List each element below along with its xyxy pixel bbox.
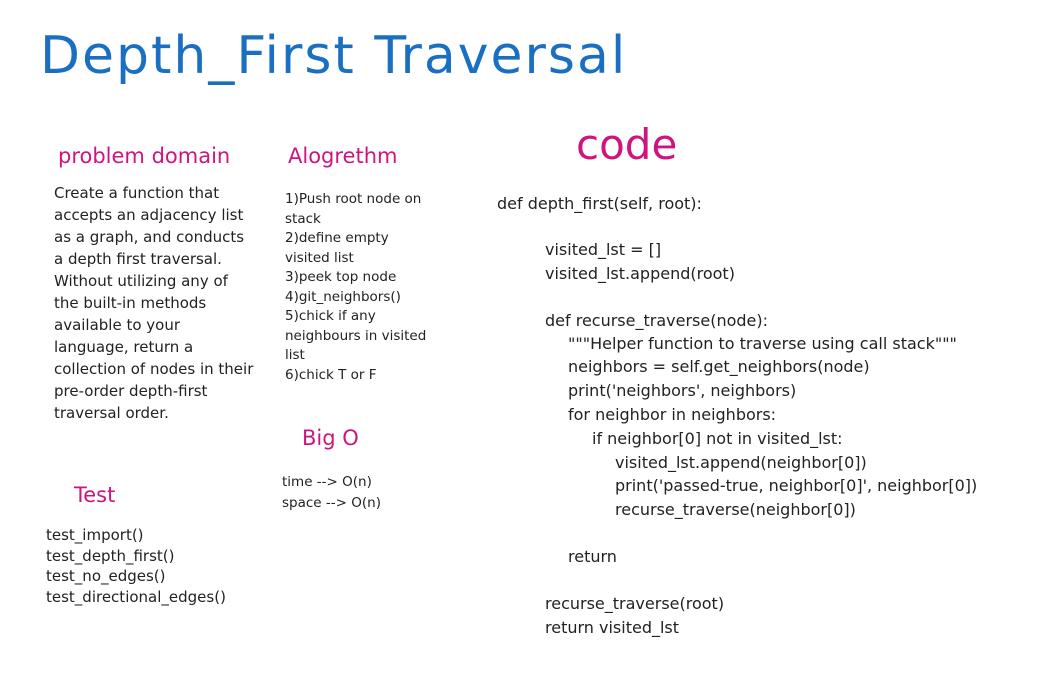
test-item: test_depth_first() [46, 546, 175, 565]
test-heading: Test [74, 483, 116, 507]
code-line: print('passed-true, neighbor[0]', neighb… [615, 476, 978, 495]
problem-domain-line: the built-in methods [54, 294, 207, 312]
problem-domain-heading: problem domain [58, 144, 231, 168]
code-line: return visited_lst [545, 618, 680, 637]
algorithm-line: 6)chick T or F [285, 366, 377, 383]
code-line: for neighbor in neighbors: [568, 405, 777, 424]
problem-domain-line: language, return a [54, 338, 194, 356]
algorithm-line: 2)define empty [285, 230, 389, 246]
algorithm-line: 5)chick if any [285, 308, 376, 324]
code-line: """Helper function to traverse using cal… [568, 334, 957, 353]
big-o-line: time --> O(n) [282, 474, 372, 490]
big-o-line: space --> O(n) [282, 495, 381, 511]
test-item: test_no_edges() [46, 567, 166, 585]
code-line: recurse_traverse(root) [545, 594, 725, 613]
code-line: def depth_first(self, root): [497, 194, 702, 213]
algorithm-heading: Alogrethm [288, 144, 398, 168]
code-line: visited_lst.append(neighbor[0]) [615, 453, 867, 472]
algorithm-line: 3)peek top node [285, 269, 397, 285]
problem-domain-line: available to your [54, 316, 181, 334]
algorithm-line: 1)Push root node on [285, 191, 422, 207]
algorithm-text: 1)Push root node on stack 2)define empty… [285, 190, 426, 385]
problem-domain-line: pre-order depth-first [54, 382, 208, 400]
code-line: if neighbor[0] not in visited_lst: [592, 429, 843, 448]
problem-domain-line: collection of nodes in their [54, 360, 254, 378]
code-line: print('neighbors', neighbors) [568, 381, 797, 400]
test-list: test_import() test_depth_first() test_no… [46, 525, 226, 607]
code-line: visited_lst.append(root) [545, 264, 735, 283]
problem-domain-line: Without utilizing any of [54, 272, 228, 290]
algorithm-line: neighbours in visited [285, 327, 427, 344]
big-o-text: time --> O(n) space --> O(n) [282, 472, 381, 514]
page-title: Depth_First Traversal [40, 26, 628, 86]
code-line: neighbors = self.get_neighbors(node) [568, 357, 870, 376]
problem-domain-line: as a graph, and conducts [54, 228, 245, 246]
problem-domain-text: Create a function that accepts an adjace… [54, 182, 253, 424]
algorithm-line: 4)git_neighbors() [285, 288, 401, 305]
algorithm-line: stack [285, 210, 321, 227]
code-heading: code [576, 120, 678, 169]
code-line: def recurse_traverse(node): [545, 311, 769, 330]
test-item: test_import() [46, 526, 144, 544]
big-o-heading: Big O [302, 426, 359, 450]
code-line: return [568, 547, 617, 566]
code-line: recurse_traverse(neighbor[0]) [615, 500, 856, 519]
test-item: test_directional_edges() [46, 587, 226, 606]
algorithm-line: visited list [285, 249, 354, 266]
algorithm-line: list [285, 347, 305, 363]
code-line: visited_lst = [] [545, 240, 662, 259]
problem-domain-line: a depth first traversal. [54, 250, 222, 268]
problem-domain-line: traversal order. [54, 404, 169, 422]
problem-domain-line: accepts an adjacency list [54, 206, 244, 224]
problem-domain-line: Create a function that [54, 184, 220, 202]
